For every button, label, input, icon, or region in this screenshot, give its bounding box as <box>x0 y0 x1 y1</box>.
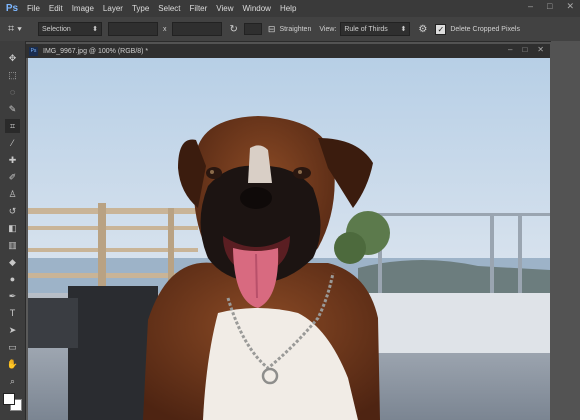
view-dropdown[interactable]: Rule of Thirds ⬍ <box>340 22 411 36</box>
ratio-dropdown[interactable]: Selection ⬍ <box>38 22 102 36</box>
blur-tool-icon[interactable]: ◆ <box>5 255 20 269</box>
quick-select-tool-icon[interactable]: ✎ <box>5 102 20 116</box>
crop-tool-preset-icon[interactable]: ⌗ ▾ <box>8 23 32 36</box>
straighten-icon[interactable]: ⊟ <box>268 24 276 35</box>
history-brush-tool-icon[interactable]: ↺ <box>5 204 20 218</box>
healing-brush-tool-icon[interactable]: ✚ <box>5 153 20 167</box>
view-label: View: <box>319 25 337 33</box>
gradient-tool-icon[interactable]: ▥ <box>5 238 20 252</box>
photoshop-logo: Ps <box>3 1 21 16</box>
window-controls: – □ ✕ <box>528 1 574 12</box>
clear-button[interactable] <box>243 23 262 35</box>
menu-filter[interactable]: Filter <box>190 4 208 13</box>
color-swatches[interactable] <box>3 393 22 411</box>
clone-stamp-tool-icon[interactable]: ♙ <box>5 187 20 201</box>
menu-select[interactable]: Select <box>158 4 180 13</box>
menu-view[interactable]: View <box>216 4 233 13</box>
straighten-button[interactable]: Straighten <box>279 26 311 33</box>
right-panel-strip <box>551 41 580 420</box>
marquee-tool-icon[interactable]: ⬚ <box>5 68 20 82</box>
doc-close-button[interactable]: ✕ <box>537 45 544 54</box>
doc-minimize-button[interactable]: – <box>508 45 512 54</box>
x-label: x <box>163 25 167 33</box>
menu-edit[interactable]: Edit <box>49 4 63 13</box>
rectangle-tool-icon[interactable]: ▭ <box>5 340 20 354</box>
dodge-tool-icon[interactable]: ● <box>5 272 20 286</box>
height-input[interactable] <box>171 22 222 36</box>
gear-icon[interactable]: ⚙ <box>418 24 427 35</box>
swap-icon[interactable]: ↻ <box>230 24 238 35</box>
type-tool-icon[interactable]: T <box>5 306 20 320</box>
delete-cropped-label: Delete Cropped Pixels <box>450 25 520 33</box>
hand-tool-icon[interactable]: ✋ <box>5 357 20 371</box>
minimize-button[interactable]: – <box>528 1 533 12</box>
brush-tool-icon[interactable]: ✐ <box>5 170 20 184</box>
zoom-tool-icon[interactable]: ⌕ <box>5 374 20 388</box>
boxer-dog-photo <box>28 58 550 420</box>
eraser-tool-icon[interactable]: ◧ <box>5 221 20 235</box>
image-canvas[interactable] <box>28 58 550 420</box>
chevron-down-icon: ⬍ <box>400 26 407 33</box>
menu-image[interactable]: Image <box>72 4 94 13</box>
menu-help[interactable]: Help <box>280 4 296 13</box>
document-title: IMG_9967.jpg @ 100% (RGB/8) * <box>43 47 149 55</box>
ratio-value: Selection <box>42 25 71 33</box>
pen-tool-icon[interactable]: ✒ <box>5 289 20 303</box>
document-tab[interactable]: Ps IMG_9967.jpg @ 100% (RGB/8) * – □ ✕ <box>26 44 550 58</box>
maximize-button[interactable]: □ <box>547 1 552 12</box>
options-bar: ⌗ ▾ Selection ⬍ x ↻ ⊟ Straighten View: R… <box>0 17 580 42</box>
document-window-controls: – □ ✕ <box>508 45 544 54</box>
delete-cropped-checkbox[interactable]: ✓ <box>435 23 447 35</box>
chevron-down-icon: ⬍ <box>92 26 98 33</box>
close-button[interactable]: ✕ <box>566 1 574 12</box>
photoshop-logo-text: Ps <box>5 3 19 14</box>
lasso-tool-icon[interactable]: ◌ <box>5 85 20 99</box>
menu-layer[interactable]: Layer <box>103 4 123 13</box>
doc-maximize-button[interactable]: □ <box>522 45 527 54</box>
menu-window[interactable]: Window <box>243 4 271 13</box>
document-window: Ps IMG_9967.jpg @ 100% (RGB/8) * – □ ✕ <box>26 44 550 420</box>
width-input[interactable] <box>108 22 158 36</box>
move-tool-icon[interactable]: ✥ <box>5 51 20 65</box>
ps-doc-icon: Ps <box>29 46 38 56</box>
menu-type[interactable]: Type <box>132 4 149 13</box>
menu-bar: Ps File Edit Image Layer Type Select Fil… <box>0 0 580 17</box>
menu-file[interactable]: File <box>27 4 40 13</box>
view-value: Rule of Thirds <box>344 25 388 33</box>
foreground-color-swatch[interactable] <box>3 393 15 405</box>
crop-tool-icon[interactable]: ⌗ <box>5 119 20 133</box>
path-selection-tool-icon[interactable]: ➤ <box>5 323 20 337</box>
eyedropper-tool-icon[interactable]: ⁄ <box>5 136 20 150</box>
tools-panel: ✥ ⬚ ◌ ✎ ⌗ ⁄ ✚ ✐ ♙ ↺ ◧ ▥ ◆ ● ✒ T ➤ ▭ ✋ ⌕ <box>0 41 26 420</box>
